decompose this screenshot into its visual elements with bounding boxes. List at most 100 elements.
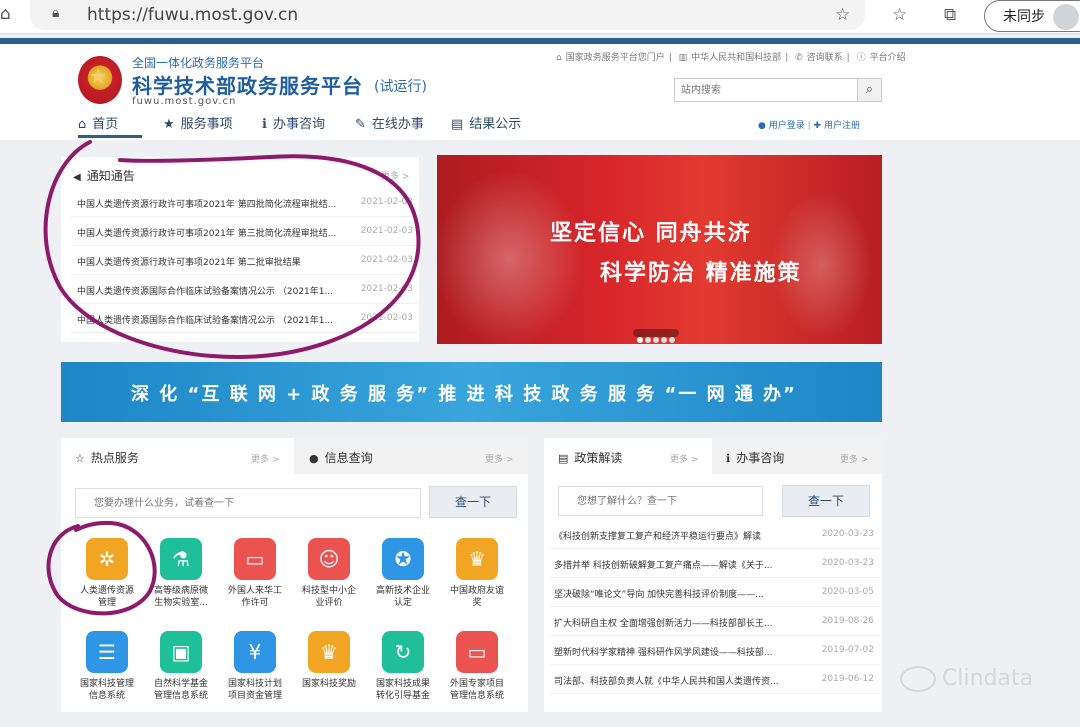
service-label[interactable]: 中国政府友谊 奖	[442, 585, 512, 609]
policy-row-date: 2019-08-26	[821, 616, 874, 626]
watermark: Clindata	[900, 666, 1033, 692]
site-search-input[interactable]	[675, 79, 859, 101]
trophy-icon[interactable]: ♛	[456, 538, 498, 580]
service-label[interactable]: 国家科技计划 项目资金管理	[220, 678, 290, 702]
carousel-dot[interactable]	[637, 337, 643, 343]
policy-row-date: 2019-06-12	[821, 674, 874, 684]
add-user-icon: ✚	[813, 121, 822, 131]
service-item[interactable]: ▭ 外国人来华工 作许可	[220, 538, 290, 618]
tab-consult[interactable]: ℹ 办事咨询	[726, 449, 784, 466]
banner-line-1: 坚定信心 同舟共济	[550, 221, 752, 246]
medal-icon[interactable]: ✪	[382, 538, 424, 580]
service-item[interactable]: ▭ 外国专家项目 管理信息系统	[442, 631, 512, 711]
tab-hot-services[interactable]: ☆ 热点服务 更多 >	[61, 438, 294, 474]
banner-carousel[interactable]: 坚定信心 同舟共济 科学防治 精准施策	[437, 155, 882, 344]
policy-row[interactable]: 多措并举 科技创新破解复工复产痛点——解读《关于... 2020-03-23	[550, 549, 880, 578]
service-label[interactable]: 国家科技成果 转化引导基金	[368, 678, 438, 702]
tab-policy[interactable]: ▤ 政策解读 更多 >	[544, 438, 712, 474]
service-item[interactable]: ☺ 科技型中小企 业评价	[294, 538, 364, 618]
fund-icon[interactable]: ¥	[234, 631, 276, 673]
annotation-circle-service	[46, 520, 157, 616]
building-icon: ▥	[678, 53, 688, 63]
login-link[interactable]: 用户登录	[769, 121, 805, 131]
monitor-icon[interactable]: ▭	[456, 631, 498, 673]
favorite-add-icon[interactable]: ☆	[835, 5, 850, 25]
carousel-dot[interactable]	[669, 337, 675, 343]
policy-row-title[interactable]: 《科技创新支撑复工复产和经济平稳运行要点》解读	[554, 529, 804, 542]
nav-results[interactable]: ▤ 结果公示	[451, 113, 521, 132]
home-icon[interactable]: ⌂	[0, 4, 11, 24]
book-icon: ▤	[451, 117, 464, 132]
top-link-most[interactable]: 中华人民共和国科技部	[691, 53, 781, 63]
service-item[interactable]: ¥ 国家科技计划 项目资金管理	[220, 631, 290, 711]
service-item[interactable]: ♛ 中国政府友谊 奖	[442, 538, 512, 618]
top-link-contact[interactable]: 咨询联系	[807, 53, 843, 63]
monitor-icon[interactable]: ▭	[234, 538, 276, 580]
policy-row-title[interactable]: 多措并举 科技创新破解复工复产痛点——解读《关于...	[554, 558, 804, 571]
hot-search-input[interactable]	[76, 489, 420, 517]
trophy-icon[interactable]: ♛	[308, 631, 350, 673]
policy-search-input[interactable]	[559, 487, 762, 515]
policy-row[interactable]: 坚决破除“唯论文”导向 加快完善科技评价制度——... 2020-03-05	[550, 578, 880, 607]
service-label[interactable]: 外国专家项目 管理信息系统	[442, 678, 512, 702]
address-bar[interactable]: 🔒︎ https://fuwu.most.gov.cn ☆	[30, 0, 865, 30]
top-link-portal[interactable]: 国家政务服务平台您门户	[566, 53, 665, 63]
collections-icon[interactable]: ⧉	[944, 5, 956, 25]
browser-toolbar: ⌂ 🔒︎ https://fuwu.most.gov.cn ☆ ☆ ⧉ 未同步	[0, 0, 1080, 34]
service-item[interactable]: ▣ 自然科学基金 管理信息系统	[146, 631, 216, 711]
register-link[interactable]: 用户注册	[824, 121, 860, 131]
hot-more-link[interactable]: 更多 >	[251, 452, 279, 465]
site-search: ⌕	[674, 78, 882, 102]
hot-search-button[interactable]: 查一下	[429, 486, 517, 518]
profile-sync-button[interactable]: 未同步	[984, 0, 1080, 32]
house-icon: ⌂	[556, 53, 562, 63]
service-item[interactable]: ↻ 国家科技成果 转化引导基金	[368, 631, 438, 711]
service-label[interactable]: 外国人来华工 作许可	[220, 585, 290, 609]
top-link-intro[interactable]: 平台介绍	[870, 53, 906, 63]
carousel-dot[interactable]	[653, 337, 659, 343]
policy-row-title[interactable]: 司法部、科技部负责人就《中华人民共和国人类遗传资...	[554, 674, 804, 687]
service-label[interactable]: 高新技术企业 认定	[368, 585, 438, 609]
favorites-icon[interactable]: ☆	[892, 5, 907, 25]
carousel-dot[interactable]	[661, 337, 667, 343]
policy-search	[558, 486, 763, 516]
cycle-icon[interactable]: ↻	[382, 631, 424, 673]
lock-icon[interactable]: 🔒︎	[52, 5, 59, 21]
policy-search-button[interactable]: 查一下	[782, 485, 870, 517]
policy-row[interactable]: 扩大科研自主权 全面增强创新活力——科技部部长王... 2019-08-26	[550, 607, 880, 636]
policy-row-date: 2020-03-05	[821, 587, 874, 597]
policy-row[interactable]: 塑新时代科学家精神 强科研作风学风建设——科技部... 2019-07-02	[550, 636, 880, 665]
service-label[interactable]: 科技型中小企 业评价	[294, 585, 364, 609]
policy-row-title[interactable]: 扩大科研自主权 全面增强创新活力——科技部部长王...	[554, 616, 804, 629]
policy-row-title[interactable]: 坚决破除“唯论文”导向 加快完善科技评价制度——...	[554, 587, 804, 600]
wechat-icon	[900, 666, 936, 692]
sync-label: 未同步	[1003, 9, 1045, 25]
top-links: ⌂ 国家政务服务平台您门户 | ▥ 中华人民共和国科技部 | ✆ 咨询联系 | ⓘ 平台介绍	[556, 53, 906, 63]
info-icon: ℹ	[726, 452, 731, 465]
carousel-dot[interactable]	[645, 337, 651, 343]
url-text[interactable]: https://fuwu.most.gov.cn	[87, 5, 298, 25]
server-icon[interactable]: ☰	[86, 631, 128, 673]
service-label[interactable]: 国家科技奖励	[294, 678, 364, 690]
service-label[interactable]: 自然科学基金 管理信息系统	[146, 678, 216, 702]
policy-row[interactable]: 《科技创新支撑复工复产和经济平稳运行要点》解读 2020-03-23	[550, 520, 880, 549]
service-item[interactable]: ☰ 国家科技管理 信息系统	[72, 631, 142, 711]
consult-more-link[interactable]: 更多 >	[840, 452, 868, 465]
policy-row[interactable]: 司法部、科技部负责人就《中华人民共和国人类遗传资... 2019-06-12	[550, 665, 880, 694]
hot-search	[75, 488, 421, 518]
portal-trial-tag: (试运行)	[374, 79, 427, 95]
carousel-dots	[633, 329, 679, 343]
info-query-more-link[interactable]: 更多 >	[485, 452, 513, 465]
person-icon[interactable]: ☺	[308, 538, 350, 580]
policy-row-title[interactable]: 塑新时代科学家精神 强科研作风学风建设——科技部...	[554, 645, 804, 658]
service-label[interactable]: 国家科技管理 信息系统	[72, 678, 142, 702]
tab-info-query[interactable]: ● 信息查询	[309, 449, 373, 466]
service-item[interactable]: ✪ 高新技术企业 认定	[368, 538, 438, 618]
portal-title[interactable]: 科学技术部政务服务平台	[132, 70, 363, 99]
flask-icon[interactable]: ⚗	[160, 538, 202, 580]
service-item[interactable]: ♛ 国家科技奖励	[294, 631, 364, 711]
account-links: ● 用户登录 | ✚ 用户注册	[758, 121, 860, 131]
search-icon[interactable]: ⌕	[857, 79, 881, 101]
wallet-icon[interactable]: ▣	[160, 631, 202, 673]
policy-more-link[interactable]: 更多 >	[670, 452, 698, 465]
